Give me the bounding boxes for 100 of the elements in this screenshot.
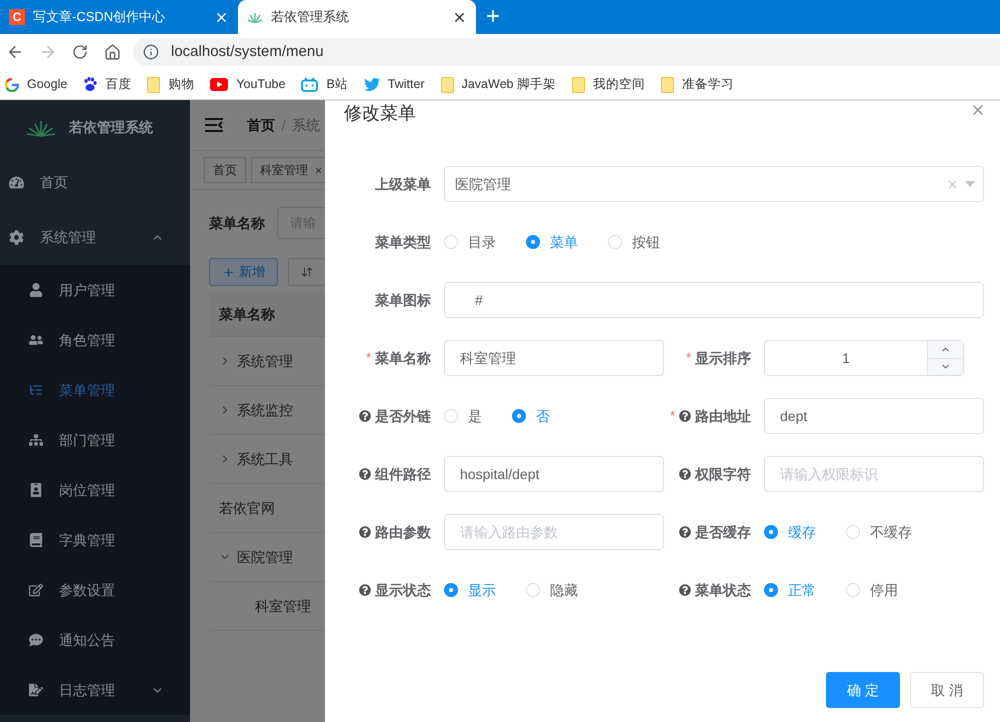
help-icon[interactable] <box>679 584 691 596</box>
required-mark: * <box>686 349 691 368</box>
radio-option[interactable]: 是 <box>444 406 482 426</box>
field-label: 路由地址 <box>695 406 751 426</box>
radio-button[interactable] <box>846 583 860 597</box>
input-field[interactable]: hospital/dept <box>444 456 664 492</box>
radio-option[interactable]: 缓存 <box>764 522 816 542</box>
field-label: 菜单类型 <box>375 232 431 252</box>
forward-icon[interactable] <box>39 43 57 61</box>
radio-label: 显示 <box>468 580 496 600</box>
bookmark-link[interactable]: 购物 <box>168 75 194 94</box>
radio-button[interactable] <box>526 235 540 249</box>
bookmark-link[interactable]: 我的空间 <box>592 75 645 94</box>
folder-icon <box>660 76 674 92</box>
cancel-button[interactable]: 取 消 <box>910 672 984 708</box>
field-label: 菜单名称 <box>375 348 431 368</box>
table-cell-text: 系统管理 <box>237 352 293 370</box>
sitemap-icon <box>29 433 43 447</box>
sidebar-item[interactable]: 角色管理 <box>0 315 190 365</box>
sidebar-item[interactable]: 系统管理 <box>0 210 190 265</box>
input-field[interactable]: # <box>444 282 984 318</box>
radio-button[interactable] <box>512 409 526 423</box>
table-cell-text: 系统监控 <box>237 400 293 420</box>
radio-option[interactable]: 停用 <box>846 580 898 600</box>
radio-button[interactable] <box>764 583 778 597</box>
radio-button[interactable] <box>444 235 458 249</box>
radio-option[interactable]: 隐藏 <box>526 580 578 600</box>
book-icon <box>29 533 43 547</box>
sidebar-item[interactable]: 字典管理 <box>0 515 190 565</box>
help-icon[interactable] <box>359 526 371 538</box>
help-icon[interactable] <box>679 468 691 480</box>
address-bar[interactable]: localhost/system/menu <box>133 38 1000 66</box>
badge-icon <box>29 483 43 497</box>
sidebar-item[interactable]: 通知公告 <box>0 615 190 665</box>
bookmark-link[interactable]: Twitter <box>388 75 425 94</box>
breadcrumb-item: 系统 <box>292 116 320 134</box>
radio-option[interactable]: 菜单 <box>526 232 578 252</box>
radio-button[interactable] <box>846 525 860 539</box>
help-icon[interactable] <box>679 410 691 422</box>
radio-label: 隐藏 <box>550 580 578 600</box>
reload-icon[interactable] <box>72 44 88 60</box>
radio-button[interactable] <box>526 583 540 597</box>
select-field[interactable]: 医院管理 <box>444 166 984 202</box>
home-icon[interactable] <box>104 44 121 60</box>
radio-option[interactable]: 正常 <box>764 580 816 600</box>
sidebar-item[interactable]: 参数设置 <box>0 565 190 615</box>
folder-icon <box>440 76 454 92</box>
bird-icon <box>364 78 380 91</box>
browser-tab[interactable]: 若依管理系统 <box>238 0 476 34</box>
sidebar-item[interactable]: 首页 <box>0 155 190 210</box>
sidebar-item[interactable]: 日志管理 <box>0 665 190 715</box>
tab-title: 写文章-CSDN创作中心 <box>33 8 166 26</box>
logo-icon <box>27 118 55 136</box>
bookmark-link[interactable]: B站 <box>326 75 348 94</box>
field-label: 菜单状态 <box>695 580 751 600</box>
menu-icon[interactable] <box>205 118 223 132</box>
bookmark-link[interactable]: YouTube <box>236 75 286 94</box>
help-icon[interactable] <box>359 410 371 422</box>
field-label: 上级菜单 <box>375 174 431 194</box>
plus-icon <box>222 266 235 278</box>
new-tab-button[interactable]: + <box>486 2 500 32</box>
radio-option[interactable]: 否 <box>512 406 550 426</box>
table-header: 菜单名称 <box>209 293 325 337</box>
radio-button[interactable] <box>608 235 622 249</box>
list-tree-icon <box>29 383 43 397</box>
confirm-button[interactable]: 确 定 <box>826 672 900 708</box>
bookmark-link[interactable]: JavaWeb 脚手架 <box>462 75 556 94</box>
required-mark: * <box>670 407 675 426</box>
url-text: localhost/system/menu <box>171 42 324 62</box>
sidebar-item[interactable]: 用户管理 <box>0 265 190 315</box>
bookmark-link[interactable]: Google <box>27 75 68 94</box>
sidebar-item[interactable]: 部门管理 <box>0 415 190 465</box>
breadcrumb-item[interactable]: 首页 <box>247 114 275 136</box>
radio-option[interactable]: 显示 <box>444 580 496 600</box>
radio-option[interactable]: 按钮 <box>608 232 660 252</box>
field-label: 权限字符 <box>695 464 751 484</box>
radio-option[interactable]: 不缓存 <box>846 522 912 542</box>
help-icon[interactable] <box>679 526 691 538</box>
paw-icon <box>83 77 98 92</box>
radio-option[interactable]: 目录 <box>444 232 496 252</box>
tv-icon <box>301 77 318 92</box>
bookmark-link[interactable]: 百度 <box>105 75 132 94</box>
page-tag[interactable]: 首页 <box>204 157 246 183</box>
table-cell-text: 系统工具 <box>237 450 293 468</box>
help-icon[interactable] <box>359 468 371 480</box>
browser-tab[interactable]: C 写文章-CSDN创作中心 <box>0 0 238 34</box>
input-field[interactable]: 科室管理 <box>444 340 664 376</box>
help-icon[interactable] <box>359 584 371 596</box>
radio-label: 缓存 <box>788 522 816 542</box>
bookmark-link[interactable]: 准备学习 <box>682 75 734 94</box>
radio-label: 不缓存 <box>870 522 912 542</box>
sidebar-item[interactable]: 岗位管理 <box>0 465 190 515</box>
radio-button[interactable] <box>444 583 458 597</box>
radio-button[interactable] <box>444 409 458 423</box>
clear-icon[interactable] <box>946 178 959 190</box>
radio-label: 目录 <box>468 232 496 252</box>
input-field[interactable]: dept <box>764 398 984 434</box>
info-icon <box>143 44 159 60</box>
back-icon[interactable] <box>6 43 24 61</box>
radio-button[interactable] <box>764 525 778 539</box>
